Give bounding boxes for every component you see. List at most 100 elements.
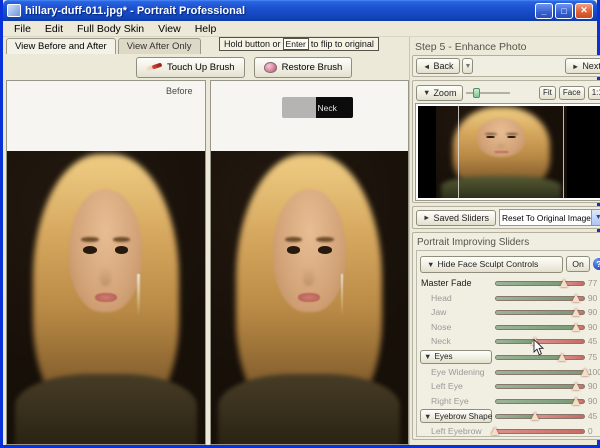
crop-line-left[interactable]: [458, 106, 460, 198]
saved-sliders-label: Saved Sliders: [433, 212, 489, 223]
before-photo[interactable]: [7, 151, 205, 444]
flip-hint-prefix: Hold button or: [224, 39, 281, 49]
slider-row: ▼ Eyebrow Shape 45: [420, 408, 600, 424]
before-image-panel[interactable]: Before: [6, 80, 206, 445]
slider-thumb[interactable]: [531, 412, 540, 420]
touch-up-brush-label: Touch Up Brush: [167, 61, 235, 73]
slider-control[interactable]: [491, 425, 585, 436]
menu-file[interactable]: File: [7, 23, 38, 35]
slider-group-button[interactable]: ▼ Eyebrow Shape: [420, 409, 492, 423]
slider-rows: Master Fade 77 Head 90 Jaw 90 Nose 90 Ne…: [420, 276, 600, 437]
slider-control[interactable]: [495, 277, 585, 289]
menu-edit[interactable]: Edit: [38, 23, 70, 35]
next-button[interactable]: ► Next: [564, 58, 600, 74]
slider-value: 90: [587, 307, 598, 318]
slider-track[interactable]: [495, 369, 585, 375]
menu-full-body-skin[interactable]: Full Body Skin: [70, 23, 151, 35]
sculpt-help-icon[interactable]: ?: [592, 258, 600, 270]
slider-track[interactable]: [495, 281, 585, 287]
tab-view-before-and-after[interactable]: View Before and After: [6, 38, 116, 54]
zoom-box: ▼ Zoom Fit Face 1:1 ▼: [412, 80, 600, 203]
view-tab-bar: View Before and After View After Only Ho…: [6, 37, 409, 54]
slider-label: Jaw: [431, 307, 447, 318]
reset-dropdown[interactable]: Reset To Original Image ▼: [498, 209, 600, 226]
minimize-button[interactable]: _: [535, 2, 553, 19]
enter-key-label: Enter: [282, 38, 309, 50]
zoom-slider-thumb[interactable]: [473, 88, 481, 98]
tab-view-after-only[interactable]: View After Only: [117, 38, 201, 54]
touch-up-brush-button[interactable]: Touch Up Brush: [136, 56, 245, 78]
slider-thumb[interactable]: [571, 382, 580, 391]
slider-value: 45: [587, 336, 598, 347]
slider-label: Left Eyebrow: [431, 426, 482, 437]
slider-control[interactable]: [495, 335, 585, 356]
slider-thumb[interactable]: [571, 396, 580, 405]
slider-label: Right Eye: [431, 395, 469, 406]
saved-sliders-box: ► Saved Sliders Reset To Original Image …: [412, 206, 600, 229]
zoom-slider[interactable]: [466, 88, 511, 98]
restore-brush-button[interactable]: Restore Brush: [253, 56, 353, 78]
slider-row: Master Fade 77: [420, 276, 600, 291]
slider-track[interactable]: [495, 414, 585, 419]
navigator-thumbnail[interactable]: [415, 103, 600, 201]
slider-group-button[interactable]: ▼ Eyes: [420, 349, 492, 364]
flip-hint-label: Hold button or Enter to flip to original: [219, 37, 379, 51]
slider-control[interactable]: [495, 410, 585, 422]
slider-thumb[interactable]: [558, 352, 567, 361]
eraser-icon: [263, 61, 277, 73]
slider-thumb[interactable]: [571, 308, 580, 317]
flip-hint-suffix: to flip to original: [310, 39, 374, 49]
sculpt-down-arrow-icon: ▼: [427, 259, 435, 269]
fit-button[interactable]: Fit: [539, 85, 556, 100]
one-to-one-button[interactable]: 1:1: [587, 85, 600, 100]
before-label: Before: [165, 86, 193, 96]
back-arrow-icon: ◄: [423, 61, 431, 71]
app-icon: [7, 4, 21, 17]
hide-face-sculpt-label: Hide Face Sculpt Controls: [437, 259, 539, 269]
back-button[interactable]: ◄ Back: [416, 58, 461, 74]
menu-help[interactable]: Help: [188, 23, 224, 35]
back-dropdown-button[interactable]: ▼: [462, 58, 474, 74]
slider-value: 75: [587, 351, 598, 362]
slider-value: 100: [587, 366, 600, 377]
saved-sliders-button[interactable]: ► Saved Sliders: [416, 209, 496, 226]
slider-thumb[interactable]: [560, 279, 569, 288]
neck-tooltip-label: Neck: [315, 97, 353, 118]
face-button[interactable]: Face: [558, 85, 585, 100]
after-photo[interactable]: [210, 151, 408, 444]
slider-control[interactable]: [495, 306, 585, 318]
reset-dropdown-value: Reset To Original Image: [501, 212, 591, 223]
slider-thumb[interactable]: [571, 293, 580, 302]
slider-thumb[interactable]: [491, 427, 499, 436]
slider-track[interactable]: [495, 429, 585, 435]
crop-line-right[interactable]: [562, 106, 564, 198]
portrait-sliders-box: Portrait Improving Sliders ? ▼ Hide Face…: [412, 232, 600, 440]
app-window: hillary-duff-011.jpg* - Portrait Profess…: [0, 0, 600, 448]
restore-brush-label: Restore Brush: [281, 61, 343, 73]
slider-control[interactable]: [495, 380, 585, 392]
title-bar[interactable]: hillary-duff-011.jpg* - Portrait Profess…: [3, 0, 597, 21]
mouse-cursor-icon: [533, 339, 545, 356]
slider-thumb[interactable]: [580, 367, 589, 376]
slider-control[interactable]: [495, 395, 585, 407]
menu-view[interactable]: View: [151, 23, 188, 35]
slider-control[interactable]: [495, 366, 589, 378]
slider-control[interactable]: [495, 292, 585, 304]
on-button[interactable]: On: [566, 256, 590, 272]
slider-control[interactable]: [495, 321, 585, 333]
slider-group-label: Eyebrow Shape: [434, 411, 493, 421]
slider-value: 77: [587, 278, 598, 289]
slider-row: Right Eye 90: [420, 394, 600, 409]
zoom-button[interactable]: ▼ Zoom: [416, 84, 464, 101]
hide-face-sculpt-button[interactable]: ▼ Hide Face Sculpt Controls: [420, 255, 564, 273]
slider-row: Jaw 90: [420, 305, 600, 320]
group-down-arrow-icon: ▼: [424, 411, 432, 421]
slider-value: 45: [587, 411, 598, 421]
close-button[interactable]: ✕: [575, 2, 593, 19]
next-button-label: Next: [582, 61, 600, 71]
maximize-button[interactable]: □: [555, 2, 573, 19]
slider-thumb[interactable]: [571, 322, 580, 331]
slider-row: Neck 45: [420, 334, 600, 356]
after-image-panel[interactable]: Neck: [209, 80, 409, 445]
combo-arrow-icon[interactable]: ▼: [590, 210, 600, 225]
